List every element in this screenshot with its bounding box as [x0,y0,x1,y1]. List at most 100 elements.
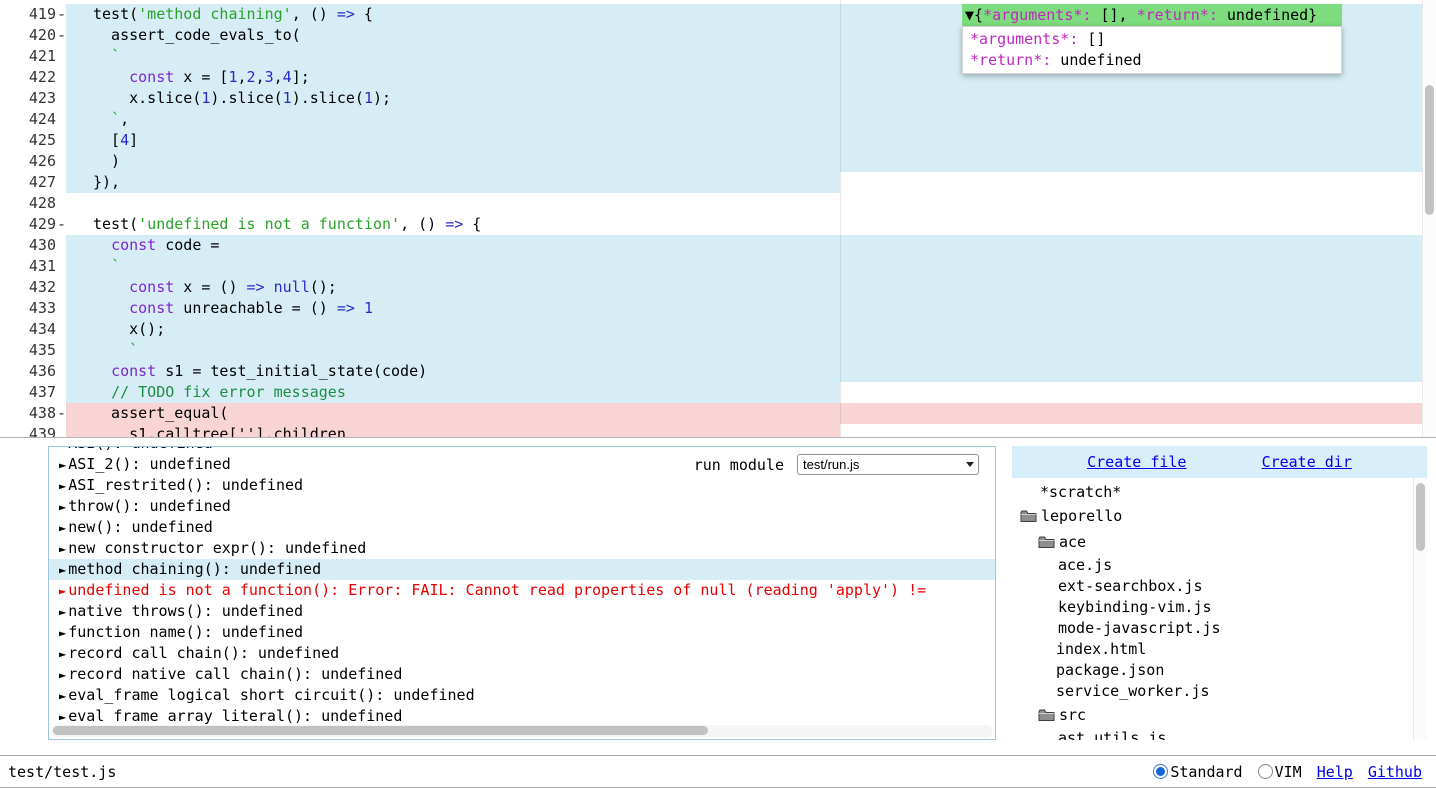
result-text: new(): undefined [68,518,213,536]
token: => [247,278,265,296]
code-line[interactable]: 430 const code = [0,235,1422,256]
result-triangle-icon[interactable]: ► [59,626,66,640]
line-number: 431 [0,256,66,277]
tree-node-ace[interactable]: ace [1012,529,1413,555]
code-line[interactable]: 429-test('undefined is not a function', … [0,214,1422,235]
result-triangle-icon[interactable]: ► [59,647,66,661]
tree-node-package-json[interactable]: package.json [1012,660,1413,681]
tooltip-row: *arguments*: [] [970,29,1341,50]
code-line[interactable]: 433 const unreachable = () => 1 [0,298,1422,319]
test-result-item[interactable]: ►eval_frame logical short circuit(): und… [49,685,995,706]
code-line[interactable]: 434 x(); [0,319,1422,340]
collapse-triangle-icon[interactable]: ▼ [965,6,974,24]
tree-node-label: src [1059,702,1086,728]
result-triangle-icon[interactable]: ► [59,542,66,556]
result-triangle-icon[interactable]: ► [59,605,66,619]
code-line[interactable]: 427}), [0,172,1422,193]
token: 4 [283,68,292,86]
tree-node-service-worker-js[interactable]: service_worker.js [1012,681,1413,702]
code-line[interactable]: 424 `, [0,109,1422,130]
test-result-item[interactable]: ►new(): undefined [49,517,995,538]
test-result-item[interactable]: ►ASI_restrited(): undefined [49,475,995,496]
code-editor[interactable]: 419-test('method chaining', () => {420- … [0,0,1436,438]
result-triangle-icon[interactable]: ► [59,458,66,472]
tooltip-header[interactable]: ▼{*arguments*: [], *return*: undefined} [962,4,1342,26]
tree-node-scratch[interactable]: *scratch* [1012,482,1413,503]
code-line[interactable]: 432 const x = () => null(); [0,277,1422,298]
token: code = [156,236,219,254]
result-text: native throws(): undefined [68,602,303,620]
results-hscrollbar[interactable] [51,725,993,737]
run-module-select[interactable]: test/run.js [797,454,979,475]
tree-node-ext-searchbox-js[interactable]: ext-searchbox.js [1012,576,1413,597]
test-result-item[interactable]: ►record native call chain(): undefined [49,664,995,685]
help-link[interactable]: Help [1317,763,1353,781]
code-line[interactable]: 431 ` [0,256,1422,277]
code-line[interactable]: 426 ) [0,151,1422,172]
result-triangle-icon[interactable]: ► [59,500,66,514]
code-line[interactable]: 425 [4] [0,130,1422,151]
file-tree-panel: Create file Create dir *scratch*leporell… [1012,446,1427,740]
mode-standard[interactable]: Standard [1153,763,1242,781]
result-triangle-icon[interactable]: ► [59,447,66,451]
code-line[interactable]: 435 ` [0,340,1422,361]
tree-vscrollbar[interactable] [1413,478,1427,740]
result-triangle-icon[interactable]: ► [59,563,66,577]
editor-scrollbar[interactable] [1422,0,1436,437]
test-result-item[interactable]: ►eval_frame array_literal(): undefined [49,706,995,724]
tree-node-leporello[interactable]: leporello [1012,503,1413,529]
radio-vim[interactable] [1258,764,1273,779]
fold-widget[interactable]: - [57,403,66,424]
tree-node-mode-javascript-js[interactable]: mode-javascript.js [1012,618,1413,639]
fold-widget[interactable]: - [57,4,66,25]
result-triangle-icon[interactable]: ► [59,584,66,598]
results-hscrollbar-thumb[interactable] [53,726,708,735]
fold-widget[interactable]: - [57,214,66,235]
code-line[interactable]: 437 // TODO fix error messages [0,382,1422,403]
test-result-item[interactable]: ►function name(): undefined [49,622,995,643]
github-link[interactable]: Github [1368,763,1422,781]
token: ` [111,257,120,275]
test-result-item[interactable]: ►native throws(): undefined [49,601,995,622]
tree-node-keybinding-vim-js[interactable]: keybinding-vim.js [1012,597,1413,618]
token [93,47,111,65]
result-triangle-icon[interactable]: ► [59,521,66,535]
line-number: 426 [0,151,66,172]
line-number: 420- [0,25,66,46]
tree-node-src[interactable]: src [1012,702,1413,728]
create-dir-link[interactable]: Create dir [1262,453,1352,471]
radio-standard[interactable] [1153,764,1168,779]
line-number: 432 [0,277,66,298]
token: unreachable = () [174,299,337,317]
result-triangle-icon[interactable]: ► [59,689,66,703]
token: *arguments*: [983,6,1091,24]
line-number: 437 [0,382,66,403]
code-line[interactable]: 436 const s1 = test_initial_state(code) [0,361,1422,382]
test-result-item[interactable]: ►method chaining(): undefined [49,559,995,580]
editor-scrollbar-thumb[interactable] [1425,85,1434,215]
code-line[interactable]: 438- assert_equal( [0,403,1422,424]
test-result-item[interactable]: ►record call chain(): undefined [49,643,995,664]
token: ` [111,47,120,65]
token [93,299,129,317]
code-line[interactable]: 439 s1.calltree[''].children [0,424,1422,438]
result-triangle-icon[interactable]: ► [59,668,66,682]
create-file-link[interactable]: Create file [1087,453,1186,471]
tree-node-ace-js[interactable]: ace.js [1012,555,1413,576]
result-triangle-icon[interactable]: ► [59,710,66,724]
test-result-item[interactable]: ►undefined is not a function(): Error: F… [49,580,995,601]
test-result-item[interactable]: ►new constructor expr(): undefined [49,538,995,559]
test-result-item[interactable]: ►throw(): undefined [49,496,995,517]
code-line[interactable]: 423 x.slice(1).slice(1).slice(1); [0,88,1422,109]
result-triangle-icon[interactable]: ► [59,479,66,493]
test-result-item[interactable]: ►ASI(): undefined [49,447,995,454]
token: => [337,299,355,317]
tree-node-index-html[interactable]: index.html [1012,639,1413,660]
line-number: 435 [0,340,66,361]
code-line[interactable]: 428 [0,193,1422,214]
mode-vim[interactable]: VIM [1258,763,1302,781]
tree-vscrollbar-thumb[interactable] [1416,483,1425,551]
line-number: 438- [0,403,66,424]
fold-widget[interactable]: - [57,25,66,46]
tree-node-ast-utils-js[interactable]: ast_utils.js [1012,728,1413,740]
